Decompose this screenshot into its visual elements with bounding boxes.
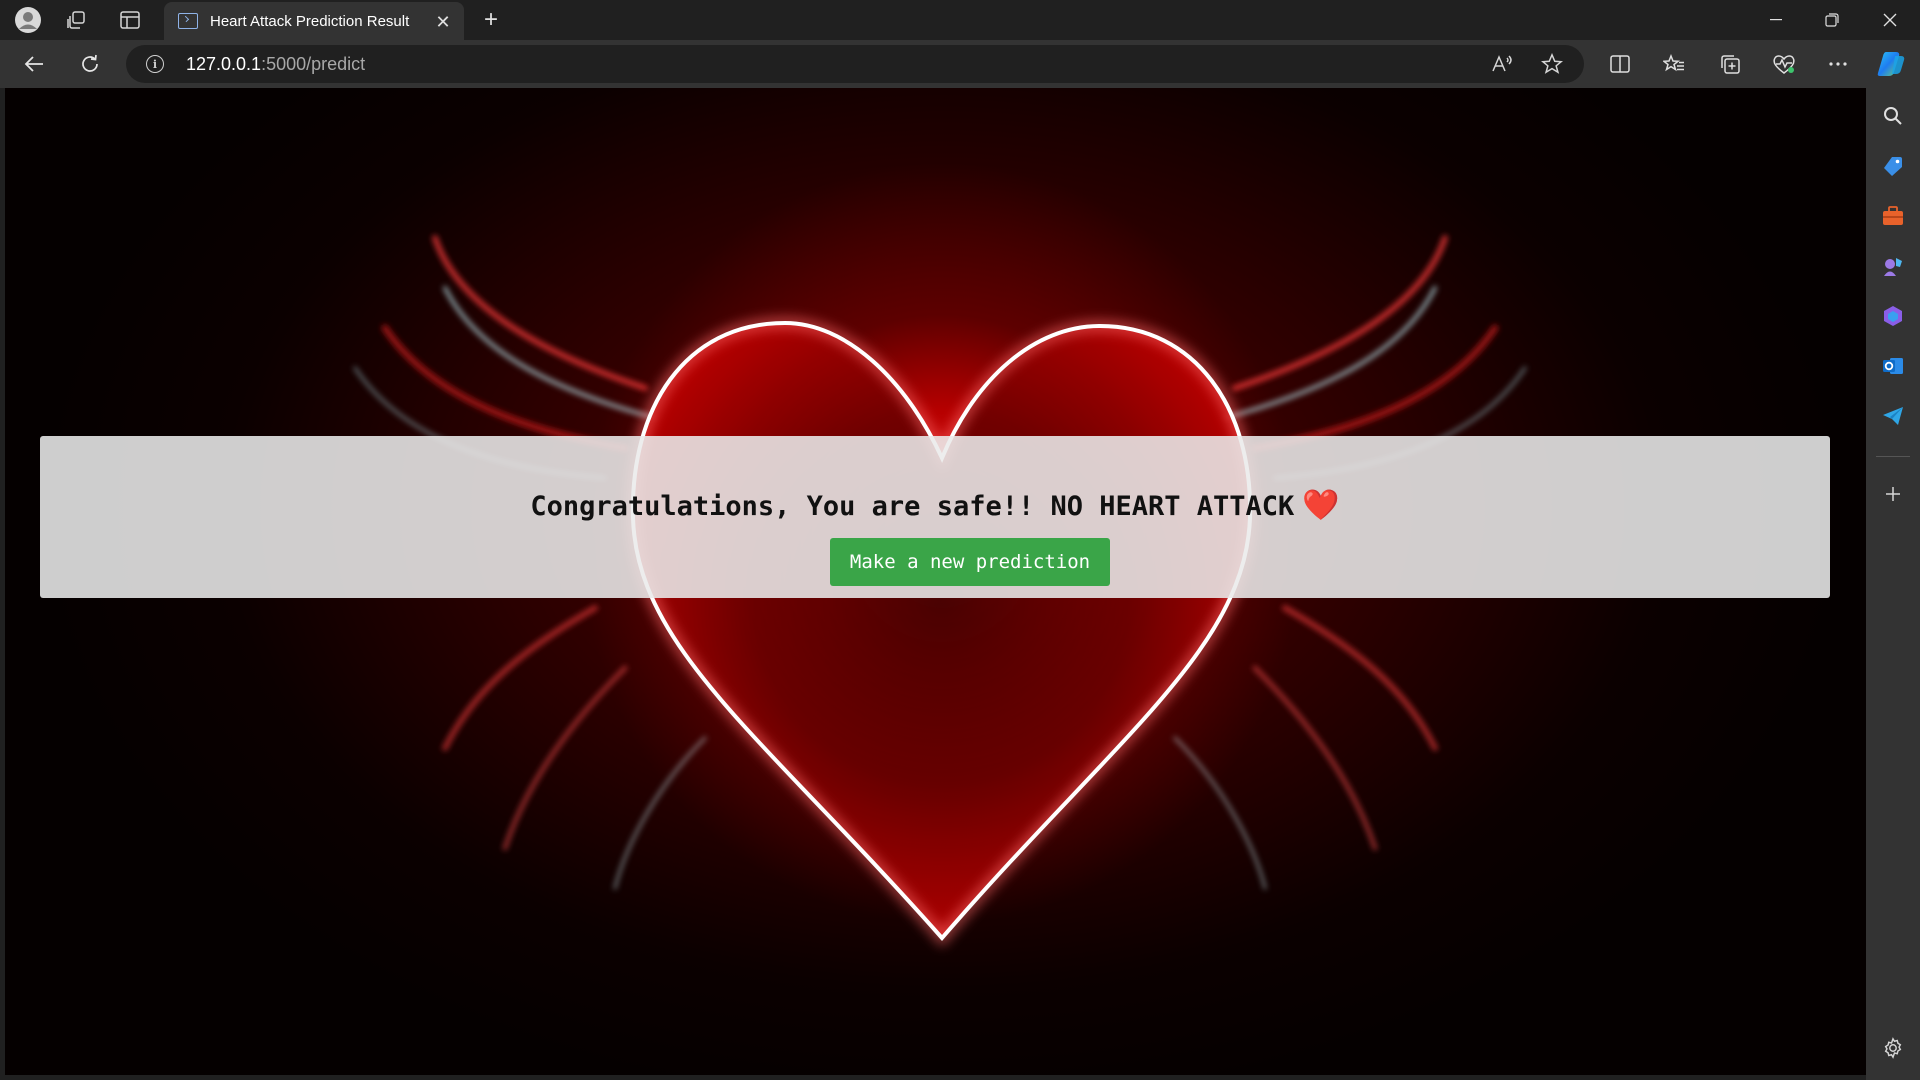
copilot-icon[interactable] [1874, 48, 1910, 80]
browser-toolbar: i 127.0.0.1:5000/predict [0, 40, 1920, 88]
workspaces-icon[interactable] [56, 6, 96, 34]
outlook-icon[interactable] [1879, 352, 1907, 380]
read-aloud-icon[interactable] [1488, 51, 1516, 77]
tab-title: Heart Attack Prediction Result [210, 12, 410, 30]
heart-emoji-icon: ❤️ [1302, 488, 1340, 523]
star-icon[interactable] [1538, 51, 1566, 77]
result-panel: Congratulations, You are safe!! NO HEART… [40, 436, 1830, 598]
minimize-icon[interactable] [1748, 0, 1804, 40]
vertical-tabs-icon[interactable] [110, 6, 150, 34]
search-icon[interactable] [1879, 102, 1907, 130]
url-text[interactable]: 127.0.0.1:5000/predict [186, 45, 365, 83]
info-icon[interactable]: i [146, 55, 164, 73]
new-prediction-button[interactable]: Make a new prediction [830, 538, 1110, 586]
close-window-icon[interactable] [1862, 0, 1918, 40]
split-screen-icon[interactable] [1602, 48, 1638, 80]
games-icon[interactable] [1879, 252, 1907, 280]
telegram-icon[interactable] [1879, 402, 1907, 430]
restore-icon[interactable] [1804, 0, 1860, 40]
plus-icon[interactable]: + [476, 6, 506, 34]
tools-icon[interactable] [1879, 202, 1907, 230]
more-icon[interactable] [1820, 48, 1856, 80]
office-icon[interactable] [1879, 302, 1907, 330]
add-icon[interactable] [1879, 480, 1907, 508]
browser-sidebar [1866, 88, 1920, 1080]
page-viewport: Congratulations, You are safe!! NO HEART… [5, 88, 1866, 1075]
page-icon [178, 13, 198, 29]
result-message: Congratulations, You are safe!! NO HEART… [530, 488, 1340, 523]
refresh-icon[interactable] [72, 48, 108, 80]
collections-icon[interactable] [1712, 48, 1748, 80]
address-bar[interactable]: i 127.0.0.1:5000/predict [126, 45, 1584, 83]
heart-pulse-icon[interactable] [1766, 48, 1802, 80]
tab-strip: Heart Attack Prediction Result ✕ + [0, 0, 1920, 40]
back-arrow-icon[interactable] [16, 48, 52, 80]
settings-icon[interactable] [1879, 1034, 1907, 1062]
shopping-icon[interactable] [1879, 152, 1907, 180]
favorites-icon[interactable] [1656, 48, 1692, 80]
sidebar-divider [1876, 456, 1910, 457]
profile-icon[interactable] [8, 6, 48, 34]
close-icon[interactable]: ✕ [432, 11, 454, 33]
active-tab[interactable]: Heart Attack Prediction Result ✕ [164, 2, 464, 40]
